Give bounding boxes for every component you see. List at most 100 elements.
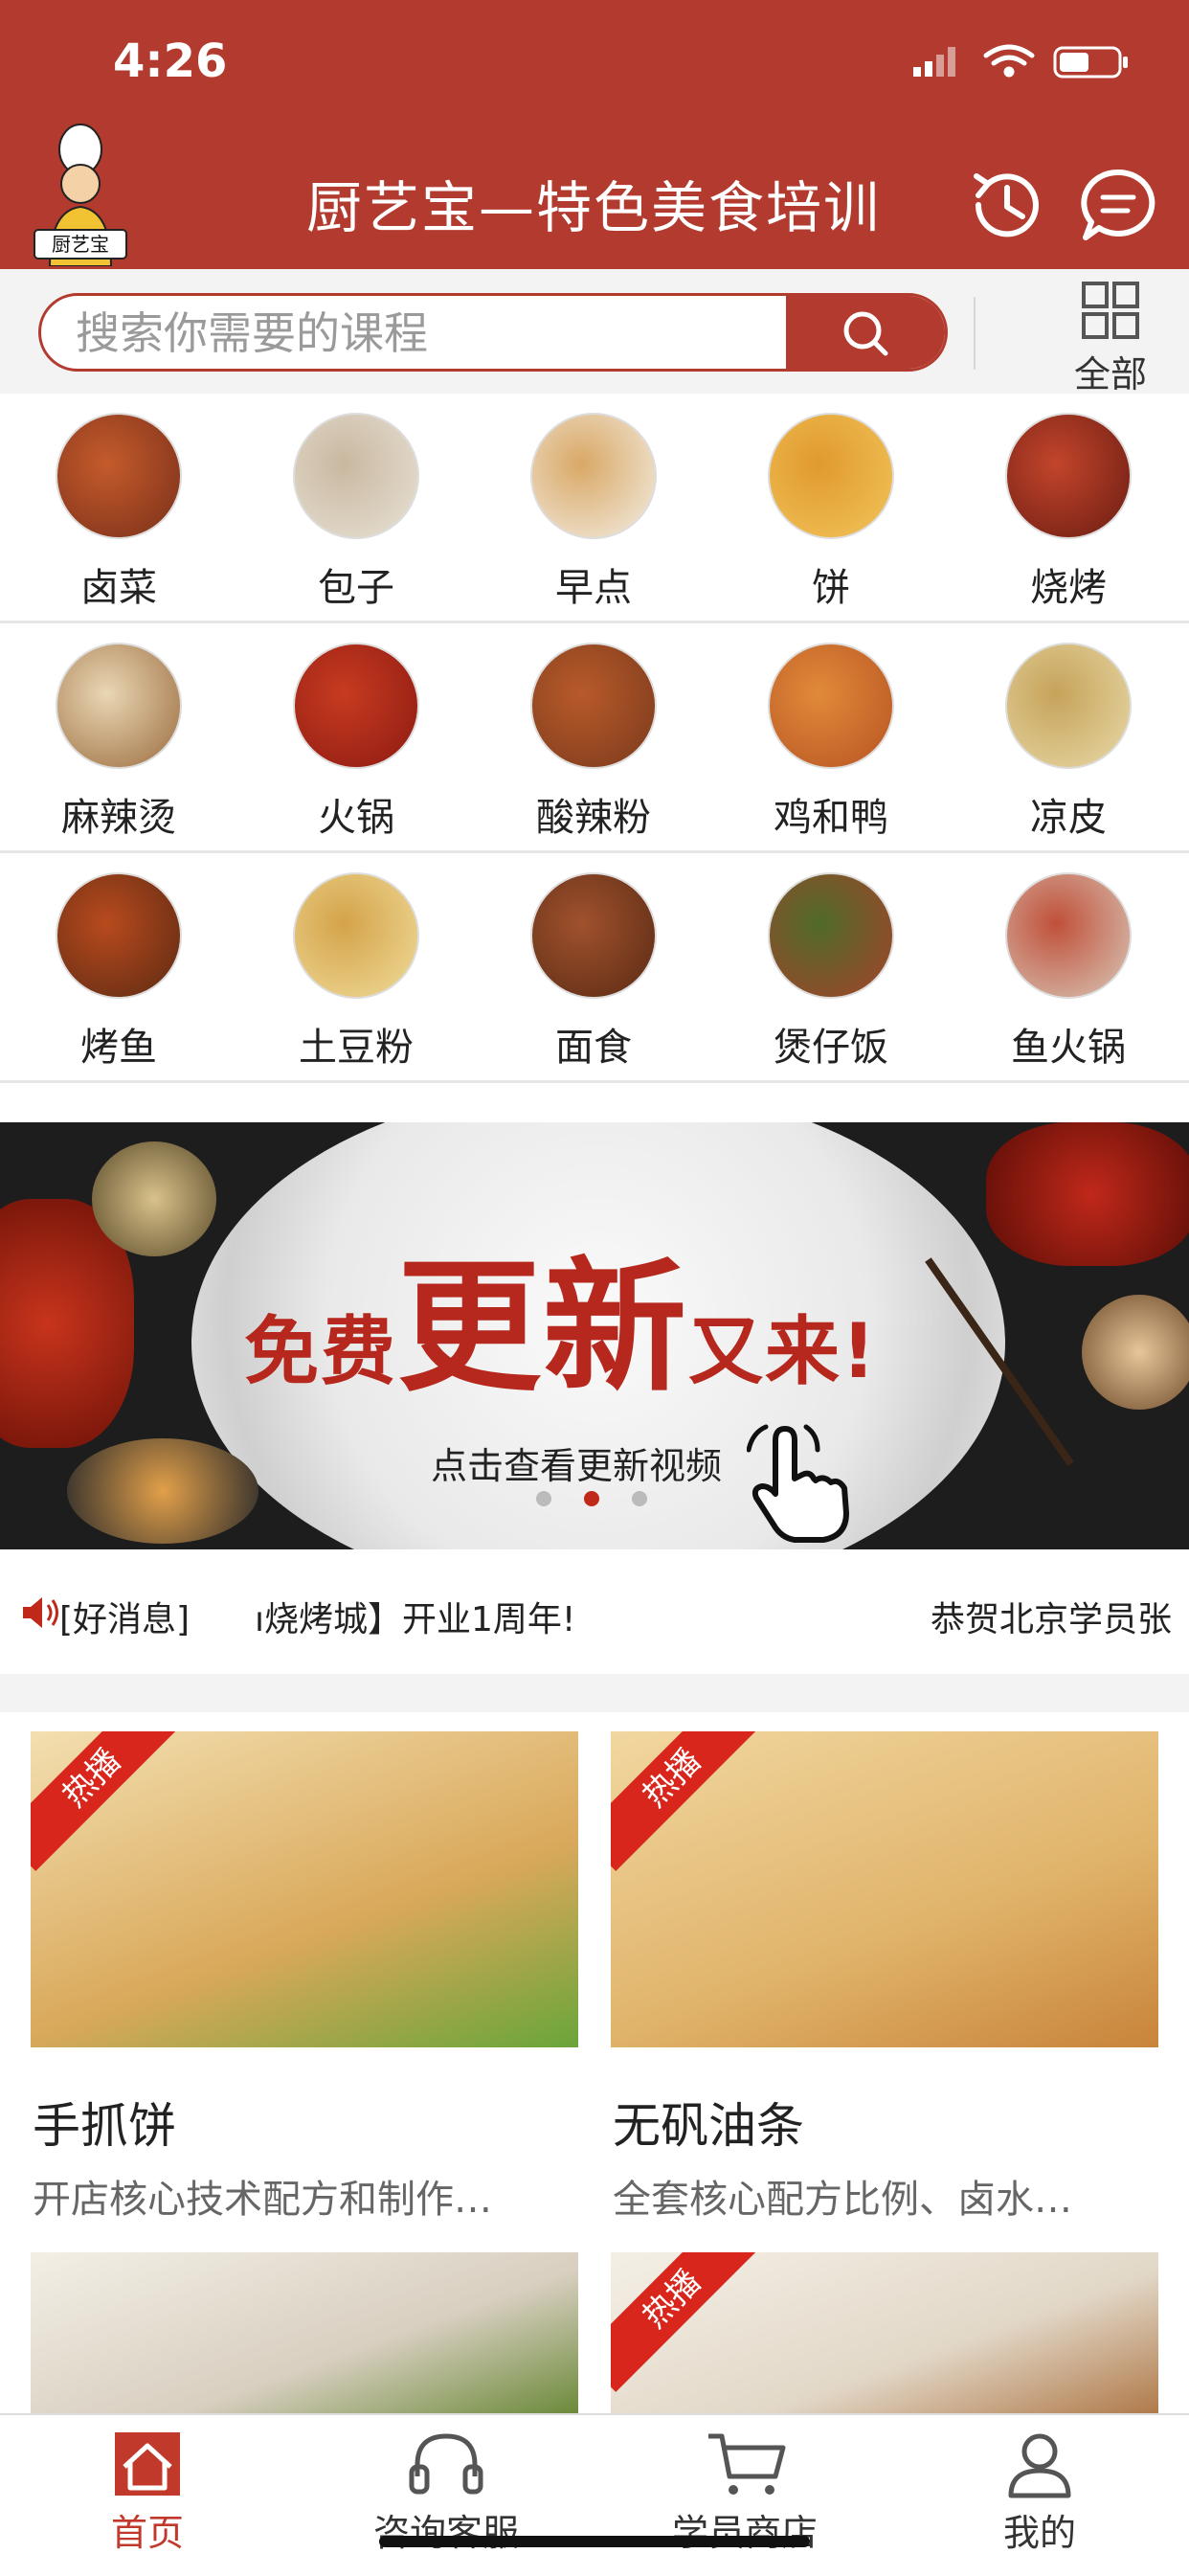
- hot-badge: 热播: [611, 1731, 765, 1871]
- course-description: 开店核心技术配方和制作…: [33, 2178, 492, 2222]
- wifi-icon: [983, 44, 1035, 78]
- speaker-icon: [23, 1597, 58, 1628]
- category-label: 面食: [555, 1026, 632, 1070]
- category-item[interactable]: 鸡和鸭: [712, 623, 950, 853]
- history-button[interactable]: [965, 163, 1049, 247]
- tab-customer-service[interactable]: 咨询客服: [341, 2429, 551, 2554]
- tab-store-label: 学员商店: [671, 2512, 818, 2554]
- message-button[interactable]: [1076, 165, 1158, 247]
- category-image: [768, 872, 894, 999]
- category-item[interactable]: 烤鱼: [0, 853, 237, 1083]
- news-text-next: 恭贺北京学员张: [931, 1600, 1173, 1639]
- category-item[interactable]: 火锅: [237, 623, 475, 853]
- category-label: 卤菜: [80, 566, 157, 610]
- category-image: [1005, 413, 1132, 539]
- category-item[interactable]: 麻辣烫: [0, 623, 237, 853]
- category-label: 鸡和鸭: [774, 796, 888, 840]
- search-box: [38, 293, 948, 372]
- app-logo: 厨艺宝: [33, 123, 128, 267]
- hand-pointer-icon: [747, 1424, 849, 1543]
- course-image: 热播: [611, 1731, 1158, 2047]
- status-icons: [913, 44, 1128, 79]
- category-label: 包子: [318, 566, 394, 610]
- tab-home[interactable]: 首页: [42, 2429, 253, 2554]
- pagination-dot-active[interactable]: [584, 1491, 599, 1506]
- news-tag: [好消息]: [59, 1600, 191, 1639]
- divider: [974, 297, 976, 370]
- search-input[interactable]: [41, 296, 824, 369]
- pagination-dot[interactable]: [536, 1491, 551, 1506]
- category-label: 土豆粉: [299, 1026, 414, 1070]
- bowl-image: [1082, 1295, 1189, 1410]
- search-icon: [843, 311, 888, 356]
- category-label: 麻辣烫: [61, 796, 176, 840]
- hot-badge: 热播: [31, 1731, 185, 1871]
- category-image: [530, 413, 657, 539]
- course-card[interactable]: 热播无矾油条全套核心配方比例、卤水…: [611, 1731, 1158, 2229]
- pagination-dot[interactable]: [632, 1491, 647, 1506]
- chili-image: [986, 1122, 1189, 1266]
- course-card[interactable]: 热播: [611, 2252, 1158, 2413]
- category-item[interactable]: 烧烤: [950, 394, 1187, 623]
- tab-mine[interactable]: 我的: [934, 2429, 1145, 2554]
- category-label: 早点: [555, 566, 632, 610]
- category-item[interactable]: 包子: [237, 394, 475, 623]
- headset-icon: [409, 2433, 483, 2495]
- category-item[interactable]: 面食: [475, 853, 712, 1083]
- banner-headline: 免费更新又来!: [244, 1245, 878, 1412]
- tab-store[interactable]: 学员商店: [639, 2429, 850, 2554]
- status-time: 4:26: [113, 34, 228, 88]
- category-item[interactable]: 饼: [712, 394, 950, 623]
- tab-home-label: 首页: [110, 2512, 184, 2554]
- category-image: [56, 872, 182, 999]
- category-label: 酸辣粉: [536, 796, 651, 840]
- category-label: 煲仔饭: [774, 1026, 888, 1070]
- category-image: [293, 872, 419, 999]
- category-item[interactable]: 凉皮: [950, 623, 1187, 853]
- category-label: 饼: [812, 566, 850, 610]
- category-row: 卤菜 包子 早点 饼 烧烤: [0, 394, 1189, 623]
- category-item[interactable]: 土豆粉: [237, 853, 475, 1083]
- category-item[interactable]: 卤菜: [0, 394, 237, 623]
- category-item[interactable]: 早点: [475, 394, 712, 623]
- category-image: [56, 413, 182, 539]
- category-image: [1005, 643, 1132, 769]
- page-title: 厨艺宝—特色美食培训: [306, 175, 882, 240]
- course-image: 热播: [31, 1731, 578, 2047]
- search-button[interactable]: [786, 296, 945, 369]
- course-description: 全套核心配方比例、卤水…: [613, 2178, 1072, 2222]
- home-indicator: [379, 2536, 810, 2547]
- category-label: 凉皮: [1030, 796, 1107, 840]
- all-categories-button[interactable]: 全部: [1053, 282, 1168, 395]
- category-image: [56, 643, 182, 769]
- category-label: 火锅: [318, 796, 394, 840]
- banner-subtitle: 点击查看更新视频: [431, 1445, 723, 1487]
- course-image: 热播: [611, 2252, 1158, 2413]
- category-image: [293, 643, 419, 769]
- category-image: [530, 872, 657, 999]
- category-image: [293, 413, 419, 539]
- course-card[interactable]: [31, 2252, 578, 2413]
- category-item[interactable]: 煲仔饭: [712, 853, 950, 1083]
- category-image: [1005, 872, 1132, 999]
- all-categories-label: 全部: [1073, 353, 1147, 395]
- category-row: 烤鱼 土豆粉 面食 煲仔饭 鱼火锅: [0, 853, 1189, 1083]
- tab-customer-service-label: 咨询客服: [372, 2512, 519, 2554]
- news-text: ı烧烤城】开业1周年!: [255, 1600, 576, 1639]
- user-icon: [1008, 2433, 1071, 2498]
- category-item[interactable]: 鱼火锅: [950, 853, 1187, 1083]
- course-image: [31, 2252, 578, 2413]
- svg-text:厨艺宝: 厨艺宝: [52, 233, 109, 256]
- tab-mine-label: 我的: [1002, 2512, 1076, 2554]
- banner-pagination: [536, 1491, 661, 1506]
- category-image: [530, 643, 657, 769]
- grid-icon: [1082, 282, 1139, 339]
- section-gap: [0, 1674, 1189, 1712]
- course-title: 无矾油条: [613, 2098, 804, 2154]
- course-card[interactable]: 热播 手抓饼 开店核心技术配方和制作…: [31, 1731, 578, 2229]
- category-item[interactable]: 酸辣粉: [475, 623, 712, 853]
- seafood-image: [92, 1141, 216, 1256]
- category-image: [768, 643, 894, 769]
- signal-icon: [913, 47, 955, 77]
- chat-bubble-icon: [1081, 169, 1155, 240]
